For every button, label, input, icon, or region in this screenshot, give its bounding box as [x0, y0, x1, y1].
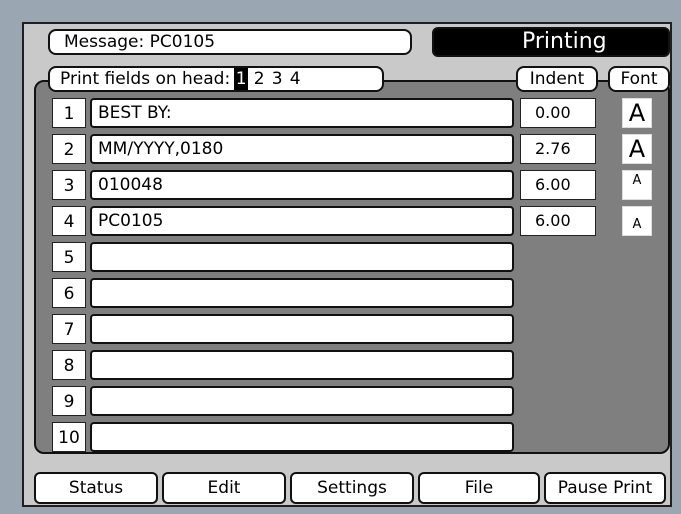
print-fields-head-selector: Print fields on head: 1 2 3 4: [48, 66, 384, 92]
head-3-option[interactable]: 3: [270, 68, 284, 90]
printer-status-badge: Printing: [432, 27, 670, 57]
field-row-2[interactable]: MM/YYYY,0180: [90, 134, 514, 164]
field-row-4[interactable]: PC0105: [90, 206, 514, 236]
field-row-10[interactable]: [90, 422, 514, 452]
font-row-4[interactable]: A: [622, 206, 652, 236]
indent-column-header: Indent: [516, 66, 598, 92]
head-4-option[interactable]: 4: [288, 68, 302, 90]
font-row-1[interactable]: A: [622, 98, 652, 128]
field-row-6[interactable]: [90, 278, 514, 308]
field-row-1[interactable]: BEST BY:: [90, 98, 514, 128]
indent-row-2[interactable]: 2.76: [520, 134, 596, 164]
head-2-option[interactable]: 2: [252, 68, 266, 90]
row-number: 3: [52, 170, 86, 200]
row-number: 2: [52, 134, 86, 164]
font-column-header: Font: [608, 66, 670, 92]
indent-row-3[interactable]: 6.00: [520, 170, 596, 200]
row-number: 8: [52, 350, 86, 380]
row-number: 10: [52, 422, 86, 452]
pause-print-button[interactable]: Pause Print: [544, 472, 666, 504]
row-number: 4: [52, 206, 86, 236]
field-row-9[interactable]: [90, 386, 514, 416]
row-number: 5: [52, 242, 86, 272]
indent-row-4[interactable]: 6.00: [520, 206, 596, 236]
field-row-7[interactable]: [90, 314, 514, 344]
settings-button[interactable]: Settings: [290, 472, 414, 504]
font-row-2[interactable]: A: [622, 134, 652, 164]
field-row-3[interactable]: 010048: [90, 170, 514, 200]
printer-screen: Message: PC0105 Printing Print fields on…: [22, 22, 672, 507]
message-name-field[interactable]: Message: PC0105: [48, 29, 412, 55]
status-button[interactable]: Status: [34, 472, 158, 504]
row-number: 1: [52, 98, 86, 128]
field-row-5[interactable]: [90, 242, 514, 272]
softkey-bar: Status Edit Settings File Pause Print: [34, 472, 670, 504]
row-number: 6: [52, 278, 86, 308]
field-row-8[interactable]: [90, 350, 514, 380]
font-row-3[interactable]: A: [622, 170, 652, 200]
edit-button[interactable]: Edit: [162, 472, 286, 504]
indent-row-1[interactable]: 0.00: [520, 98, 596, 128]
row-number: 9: [52, 386, 86, 416]
head-1-option[interactable]: 1: [234, 68, 249, 90]
print-fields-label: Print fields on head:: [60, 69, 231, 89]
row-number: 7: [52, 314, 86, 344]
file-button[interactable]: File: [418, 472, 540, 504]
